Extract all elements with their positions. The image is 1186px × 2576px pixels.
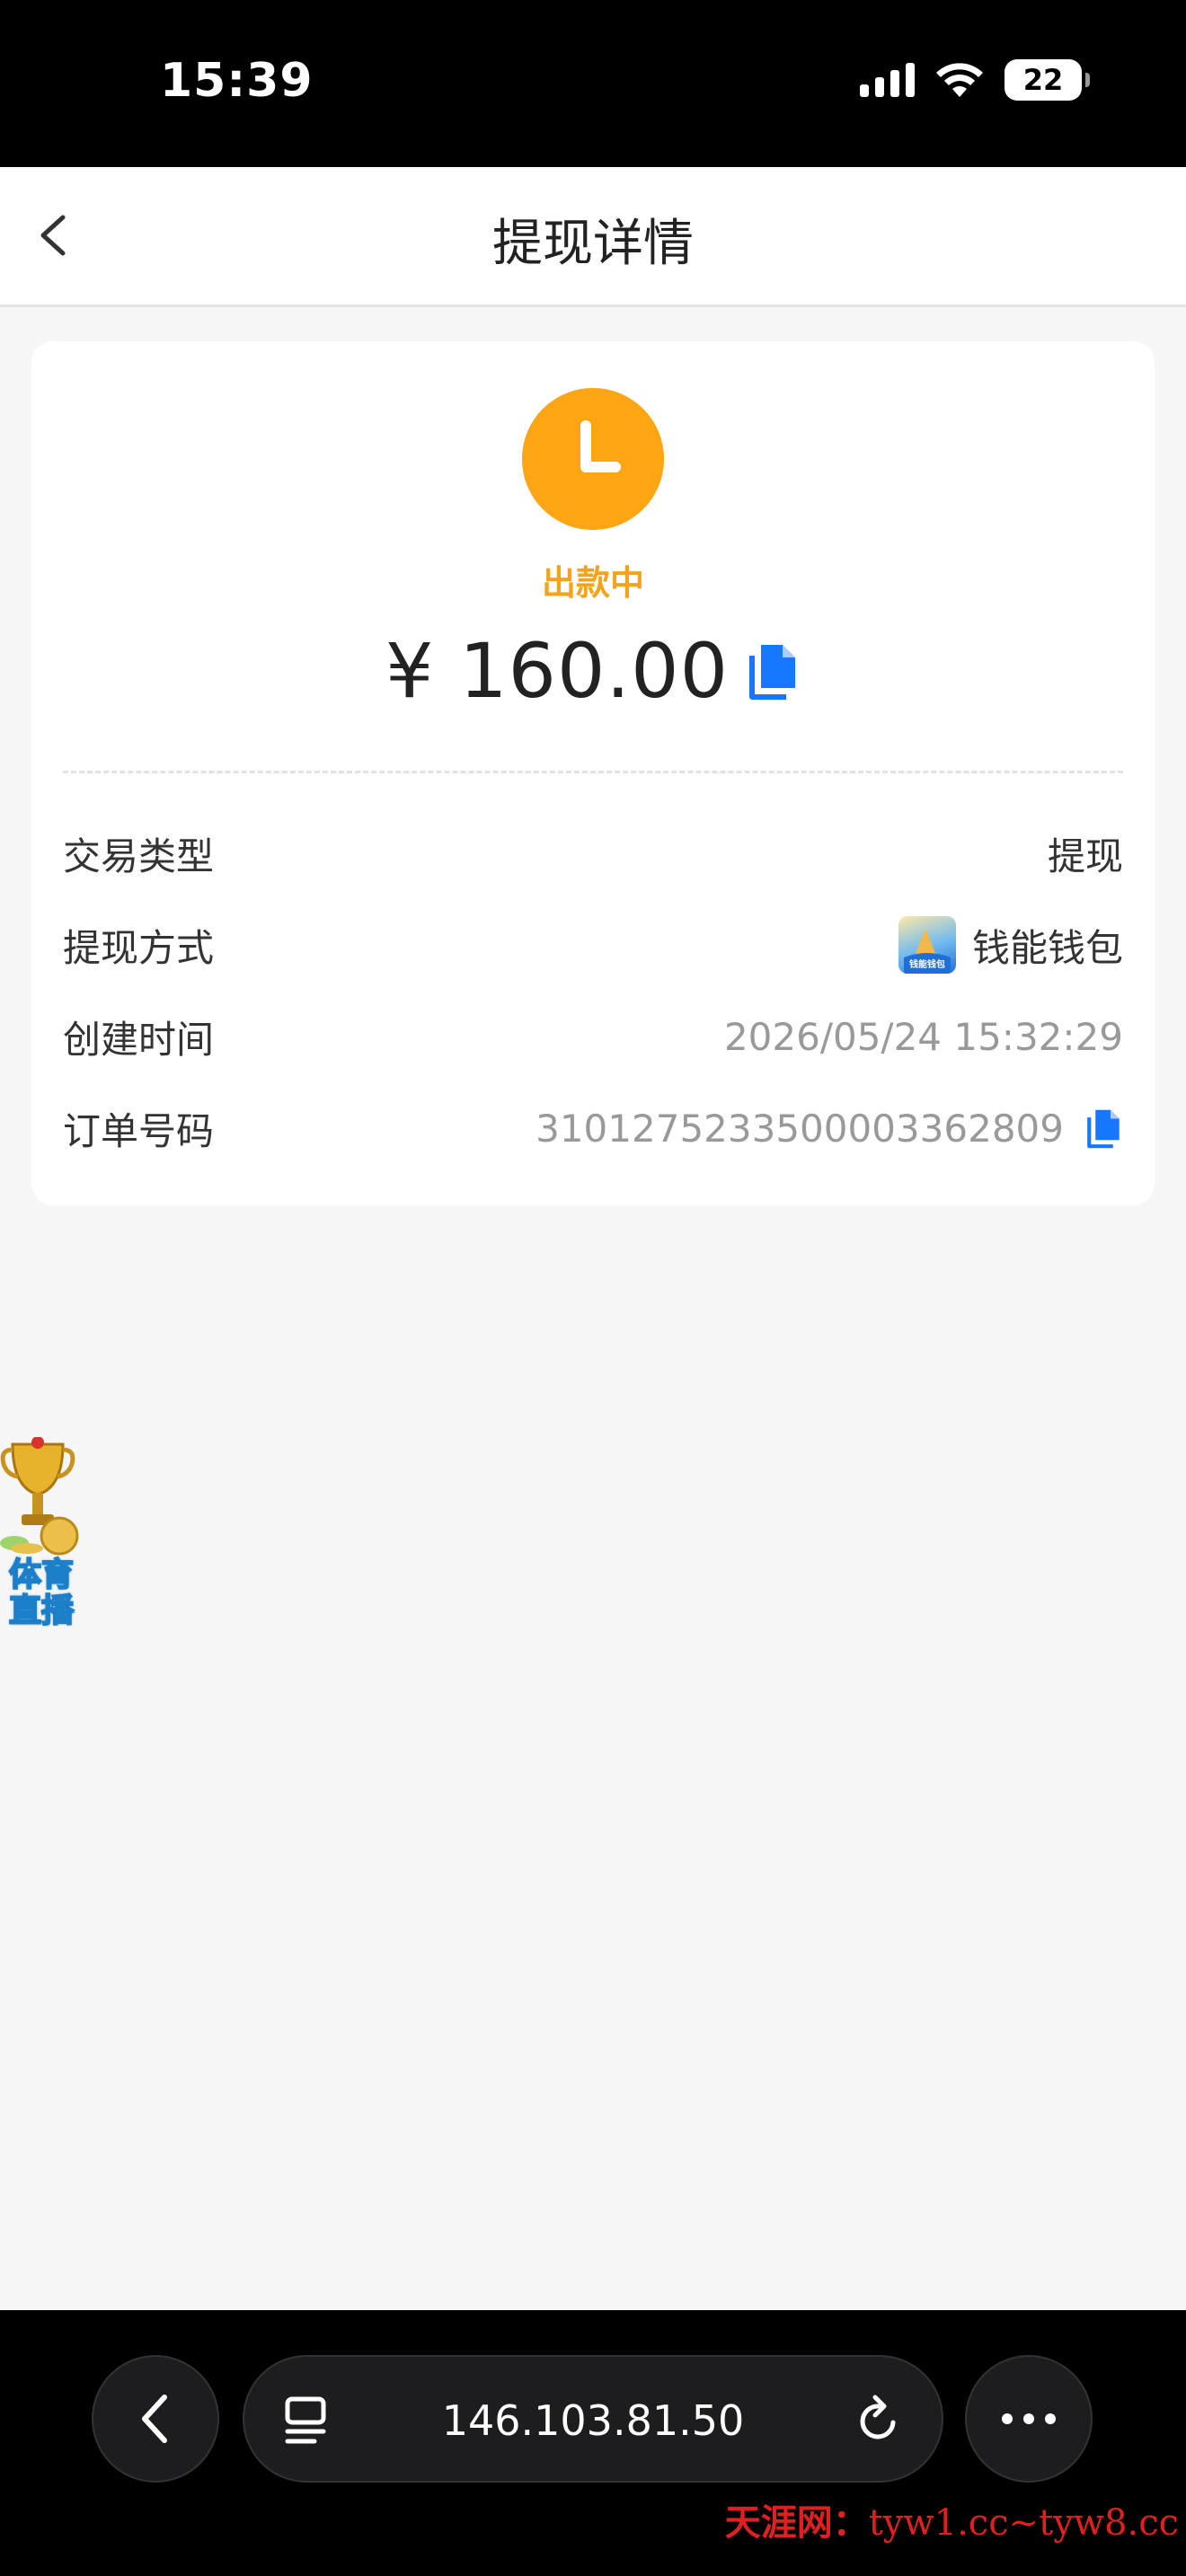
watermark-site: 天涯网：: [724, 2501, 869, 2544]
dashed-divider: [63, 771, 1123, 773]
more-icon: [1002, 2413, 1056, 2424]
trophy-icon: [0, 1437, 79, 1556]
watermark-domains: tyw1.cc~tyw8.cc: [868, 2502, 1179, 2544]
copy-icon[interactable]: [747, 641, 801, 701]
back-chevron-icon: [142, 2395, 167, 2443]
more-options-button[interactable]: [965, 2355, 1093, 2483]
wallet-logo-text: 钱能钱包: [908, 960, 945, 970]
page-title: 提现详情: [492, 215, 694, 273]
watermark: 天涯网：tyw1.cc~tyw8.cc: [725, 2493, 1179, 2545]
amount-row: ¥ 160.00: [31, 627, 1155, 715]
withdrawal-detail-card: 出款中 ¥ 160.00 交易类型 提现 提现方式 钱能钱包 钱能钱包 创建时间: [31, 341, 1155, 1205]
row-order-number: 订单号码 3101275233500003362809: [63, 1092, 1123, 1164]
sports-live-float-button[interactable]: 体育 直播: [0, 1437, 83, 1635]
row-created-time: 创建时间 2026/05/24 15:32:29: [63, 1001, 1123, 1072]
address-bar[interactable]: 146.103.81.50: [243, 2355, 943, 2483]
row-label: 交易类型: [63, 834, 215, 878]
status-icons: 22: [860, 59, 1090, 101]
wallet-app-logo: 钱能钱包: [898, 916, 956, 974]
row-label: 订单号码: [63, 1108, 215, 1153]
sports-live-label: 体育 直播: [8, 1557, 75, 1630]
browser-back-button[interactable]: [92, 2355, 219, 2483]
copy-icon[interactable]: [1085, 1107, 1123, 1149]
cellular-signal-icon: [860, 63, 915, 97]
order-number: 3101275233500003362809: [535, 1106, 1064, 1151]
status-bar: 15:39 22: [0, 0, 1186, 167]
row-value: 3101275233500003362809: [535, 1107, 1123, 1151]
status-label: 出款中: [541, 563, 644, 603]
status-time: 15:39: [160, 54, 314, 108]
url-text: 146.103.81.50: [441, 2396, 745, 2445]
row-value: 钱能钱包 钱能钱包: [898, 916, 1123, 974]
row-value: 2026/05/24 15:32:29: [723, 1014, 1123, 1059]
battery-icon: 22: [1005, 59, 1090, 101]
clock-icon: [522, 388, 664, 530]
wifi-icon: [936, 63, 983, 97]
row-label: 提现方式: [63, 925, 215, 970]
row-transaction-type: 交易类型 提现: [63, 817, 1123, 889]
wallet-name: 钱能钱包: [971, 925, 1123, 970]
amount-value: ¥ 160.00: [385, 627, 730, 715]
row-label: 创建时间: [63, 1017, 215, 1062]
reload-icon[interactable]: [854, 2394, 904, 2448]
row-value: 提现: [1047, 834, 1123, 878]
nav-header: 提现详情: [0, 167, 1186, 307]
row-withdraw-method: 提现方式 钱能钱包 钱能钱包: [63, 909, 1123, 981]
